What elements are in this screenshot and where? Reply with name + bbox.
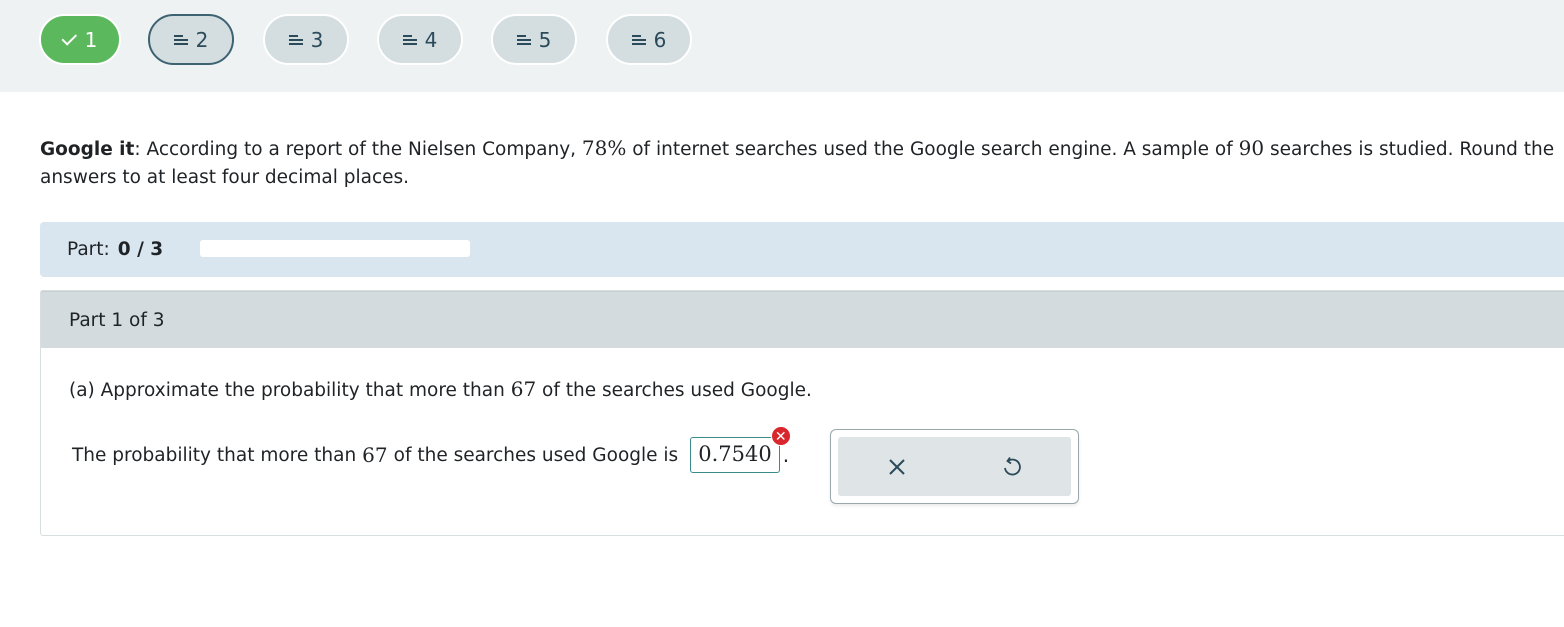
problem-statement: Google it: According to a report of the …	[40, 134, 1560, 192]
clear-button[interactable]	[881, 451, 913, 483]
question-4-button[interactable]: 4	[377, 14, 463, 65]
question-number: 1	[84, 27, 98, 52]
question-number-value: 67	[510, 377, 537, 401]
progress-track	[200, 240, 470, 257]
answer-period: .	[782, 443, 790, 467]
question-3-button[interactable]: 3	[263, 14, 349, 65]
problem-sample-size: 90	[1238, 136, 1265, 160]
question-number: 6	[653, 27, 667, 52]
problem-title: Google it	[40, 139, 135, 160]
answer-text: of the searches used Google is	[393, 444, 679, 466]
part-question: (a) Approximate the probability that mor…	[69, 377, 812, 401]
undo-icon	[1004, 456, 1021, 476]
answer-text: The probability that more than	[72, 444, 357, 466]
checkmark-icon	[61, 29, 77, 46]
part-progress-bar: Part: 0 / 3	[40, 222, 1564, 277]
question-text: (a) Approximate the probability that mor…	[69, 380, 511, 401]
question-2-button[interactable]: 2	[148, 14, 234, 65]
question-navigation-bar: 1 2 3 4 5 6	[0, 0, 1564, 92]
answer-tools-panel	[830, 429, 1079, 504]
part-card: Part 1 of 3 (a) Approximate the probabil…	[40, 290, 1564, 536]
problem-percent: 78%	[581, 136, 627, 160]
answer-tools-inner	[838, 437, 1071, 496]
part-progress-label: Part:	[67, 239, 110, 260]
list-icon	[402, 35, 417, 45]
incorrect-icon: ✕	[770, 426, 791, 446]
part-header: Part 1 of 3	[41, 291, 1564, 348]
question-6-button[interactable]: 6	[606, 14, 692, 65]
part-header-label: Part 1 of 3	[69, 309, 165, 331]
question-number: 2	[195, 27, 209, 52]
part-progress-value: 0 / 3	[117, 239, 164, 260]
undo-button[interactable]	[996, 451, 1028, 483]
list-icon	[173, 35, 188, 45]
question-5-button[interactable]: 5	[491, 14, 577, 65]
question-number: 4	[424, 27, 438, 52]
question-number: 3	[310, 27, 324, 52]
answer-input[interactable]: 0.7540 ✕	[690, 426, 791, 473]
list-icon	[631, 35, 646, 45]
problem-text: : According to a report of the Nielsen C…	[134, 139, 582, 160]
question-text: of the searches used Google.	[536, 380, 812, 401]
problem-text: of internet searches used the Google sea…	[626, 139, 1239, 160]
question-number: 5	[538, 27, 552, 52]
answer-line: The probability that more than 67 of the…	[72, 426, 791, 473]
question-1-button[interactable]: 1	[39, 14, 121, 65]
list-icon	[516, 35, 531, 45]
list-icon	[288, 35, 303, 45]
answer-input-value: 0.7540	[698, 442, 772, 466]
close-icon	[889, 459, 905, 475]
answer-number-value: 67	[362, 443, 388, 467]
